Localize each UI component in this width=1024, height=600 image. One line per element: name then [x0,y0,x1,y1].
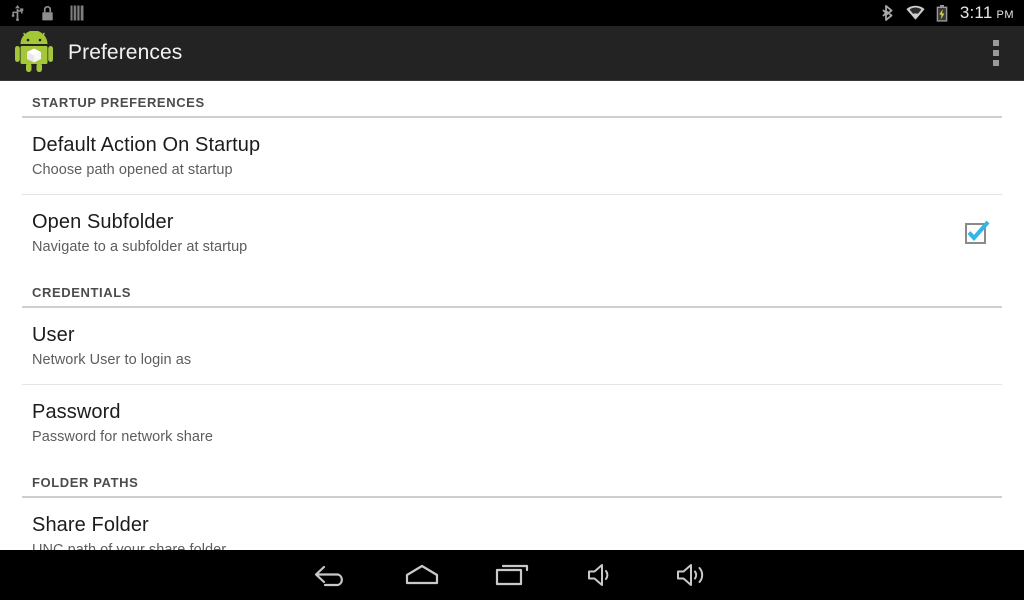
status-bar-left-icons [10,5,100,21]
clock-ampm: PM [996,9,1014,21]
page-title: Preferences [68,41,183,64]
volume-up-button[interactable] [647,550,737,600]
section-header-startup-preferences: STARTUP PREFERENCES [32,95,205,110]
android-screen: 3:11 PM Preferences STARTUP PREFERENCES … [0,0,1024,600]
checkbox-checked-icon [964,220,990,246]
sd-card-icon [70,5,84,21]
preference-title: Default Action On Startup [32,134,261,156]
preference-item-default-action-on-startup[interactable]: Default Action On Startup Choose path op… [0,118,1024,194]
overflow-menu-button[interactable] [968,26,1024,80]
android-robot-icon[interactable] [14,30,54,75]
battery-charging-icon [936,4,948,22]
usb-icon [10,5,25,21]
home-button[interactable] [377,550,467,600]
preference-summary: Network User to login as [32,352,192,368]
preference-title: Password [32,401,121,423]
wifi-icon [906,5,925,21]
preference-title: Share Folder [32,514,149,536]
navigation-bar [0,550,1024,600]
lock-icon [41,5,54,21]
volume-up-icon [675,562,709,588]
volume-down-button[interactable] [557,550,647,600]
preference-title: User [32,324,75,346]
back-arrow-icon [311,562,353,588]
overflow-dot-1 [993,40,999,46]
section-header-folder-paths: FOLDER PATHS [32,475,139,490]
overflow-dot-2 [993,50,999,56]
recent-apps-button[interactable] [467,550,557,600]
preference-summary: Navigate to a subfolder at startup [32,239,248,255]
preference-title: Open Subfolder [32,211,174,233]
status-bar: 3:11 PM [0,0,1024,26]
clock-time: 3:11 [959,3,993,22]
preference-item-password[interactable]: Password Password for network share [0,385,1024,461]
section-header-credentials: CREDENTIALS [32,285,132,300]
home-icon [402,562,442,588]
recent-apps-icon [492,562,532,588]
preference-summary: Choose path opened at startup [32,162,233,178]
bluetooth-icon [882,4,895,22]
overflow-dot-3 [993,60,999,66]
preference-item-open-subfolder[interactable]: Open Subfolder Navigate to a subfolder a… [0,195,1024,271]
open-subfolder-checkbox[interactable] [960,216,994,250]
preference-summary: Password for network share [32,429,214,445]
preference-item-user[interactable]: User Network User to login as [0,308,1024,384]
back-button[interactable] [287,550,377,600]
preference-item-share-folder[interactable]: Share Folder UNC path of your share fold… [0,498,1024,550]
status-bar-right-icons: 3:11 PM [871,3,1014,23]
action-bar: Preferences [0,26,1024,81]
preference-summary: UNC path of your share folder [32,542,227,550]
status-bar-clock: 3:11 PM [960,3,1014,23]
preference-list[interactable]: STARTUP PREFERENCES Default Action On St… [0,81,1024,550]
volume-down-icon [585,562,619,588]
